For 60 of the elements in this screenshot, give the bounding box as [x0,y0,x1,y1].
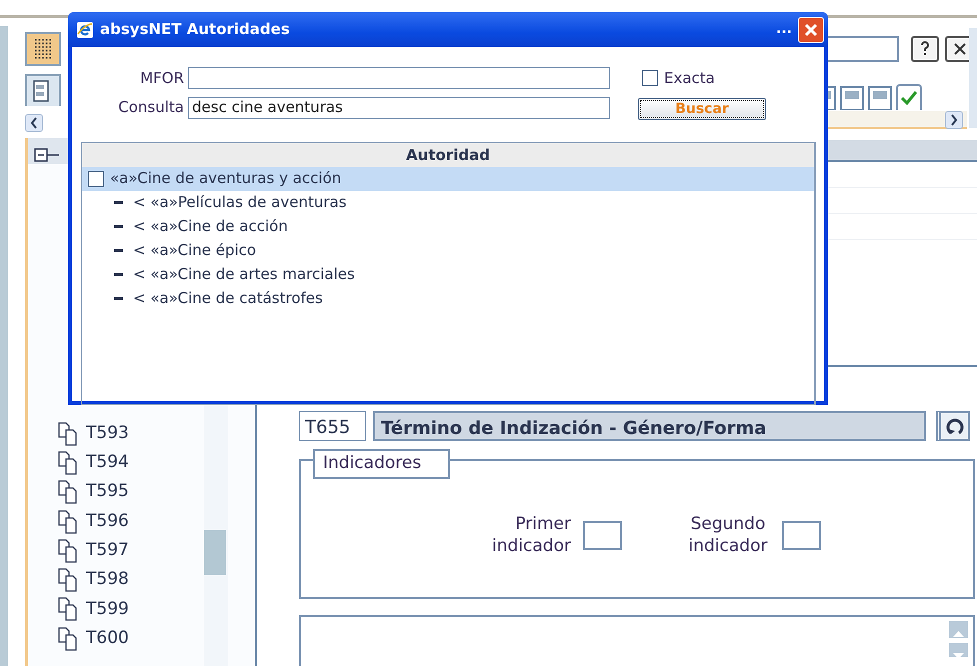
checkbox-label: Exacta [664,68,715,89]
tag-field[interactable]: T655 [299,411,366,441]
input-field[interactable]: desc cine aventuras [188,96,610,118]
tree-item-label[interactable]: T597 [86,538,129,564]
dash-icon [114,249,123,252]
result-row[interactable]: < «a»Cine de catástrofes [82,286,814,310]
collapse-icon[interactable] [34,148,60,162]
column-header: Autoridad [82,142,814,166]
dash-icon [114,297,123,300]
result-row[interactable]: < «a»Cine de acción [82,214,814,238]
tree-item-label[interactable]: T599 [86,596,129,622]
dash-icon [114,273,123,276]
result-text: < «a»Cine épico [133,240,256,262]
window-title-ellipsis: ... [776,20,792,39]
tree-item-label[interactable]: T593 [86,420,129,446]
grid-icon [34,38,52,60]
indicator-label: Primer indicador [491,513,571,557]
refresh-button[interactable] [936,411,970,441]
result-text: < «a»Cine de acción [133,216,288,238]
chevron-left-icon [30,117,38,129]
form-view-button[interactable] [25,74,61,106]
result-row[interactable]: < «a»Películas de aventuras [82,190,814,214]
result-text: «a»Cine de aventuras y acción [110,168,342,190]
result-row[interactable]: < «a»Cine de artes marciales [82,262,814,286]
indicator-label: Segundo indicador [688,513,768,557]
scrollbar-thumb[interactable] [204,530,226,575]
checkbox[interactable] [88,170,104,186]
result-row[interactable]: < «a»Cine épico [82,238,814,262]
result-row[interactable]: «a»Cine de aventuras y acción [82,166,814,190]
dash-icon [114,201,123,204]
result-text: < «a»Películas de aventuras [133,192,347,214]
result-text: < «a»Cine de artes marciales [133,264,355,286]
tree-item-label[interactable]: T595 [86,479,129,505]
panel-legend: Indicadores [313,449,450,478]
window-title: absysNET Autoridades [100,19,291,40]
field-title: Término de Indización - Género/Forma [373,411,926,441]
scroll-right-button[interactable] [945,111,963,129]
chevron-right-icon [950,114,958,126]
browser-icon [76,20,94,38]
dash-icon [114,225,123,228]
indicator-field[interactable] [782,520,821,550]
grid-button[interactable] [25,32,61,66]
close-icon [804,22,818,36]
input-field[interactable] [188,67,610,90]
refresh-icon [944,416,964,436]
result-text: < «a»Cine de catástrofes [133,288,323,310]
confirm-button[interactable] [896,84,922,110]
tree-item-label[interactable]: T598 [86,567,129,593]
scroll-left-button[interactable] [25,114,43,132]
help-button[interactable] [911,36,939,62]
help-icon [920,41,930,57]
tree-item-label[interactable]: T594 [86,450,129,476]
tree-item-label[interactable]: T596 [86,508,129,534]
field-label: Consulta [117,97,184,118]
checkbox[interactable] [642,70,658,86]
tree-item-label[interactable]: T600 [86,626,129,652]
close-icon [954,43,966,55]
check-icon [901,91,917,105]
field-label: MFOR [139,68,184,89]
indicator-field[interactable] [583,520,622,550]
